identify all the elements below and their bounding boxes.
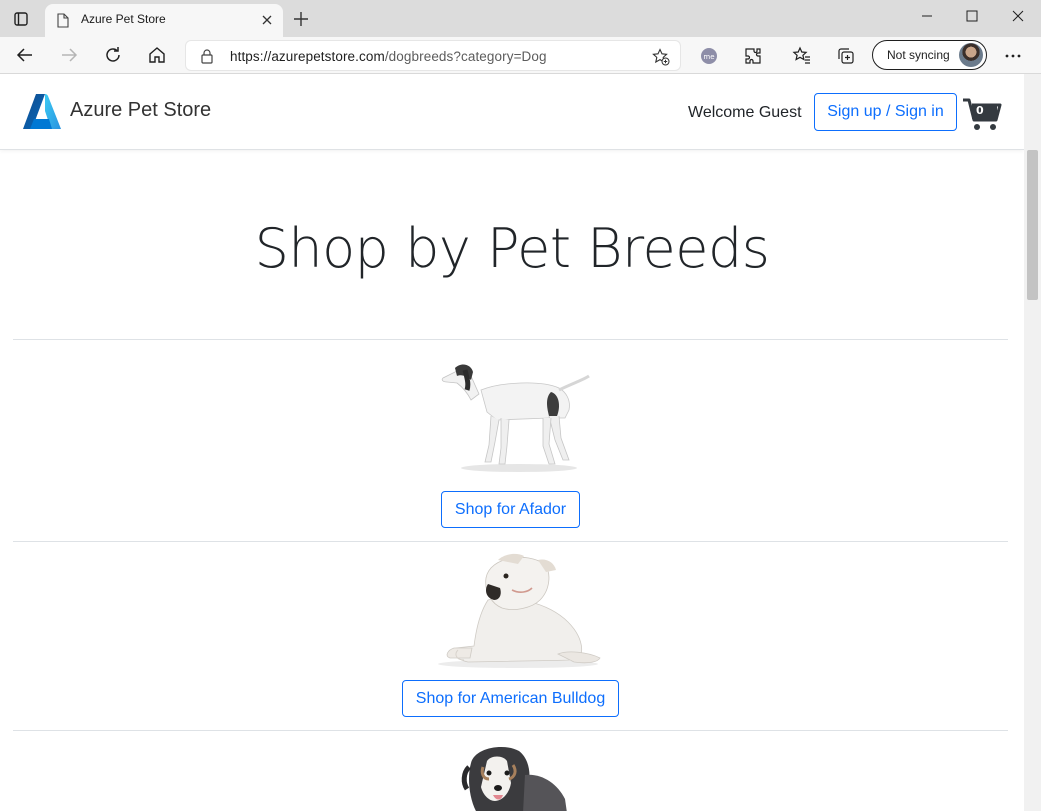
bulldog-photo: [438, 553, 601, 668]
page-viewport: Azure Pet Store Welcome Guest Sign up / …: [0, 74, 1024, 811]
australian-shepherd-photo: [461, 747, 567, 811]
page-title: Shop by Pet Breeds: [254, 217, 770, 280]
signin-button[interactable]: Sign up / Sign in: [814, 93, 957, 131]
site-header: Azure Pet Store Welcome Guest Sign up / …: [0, 74, 1024, 150]
add-favorite-icon[interactable]: [652, 48, 670, 66]
browser-toolbar: https://azurepetstore.com/dogbreeds?cate…: [0, 37, 1041, 74]
reload-icon[interactable]: [102, 44, 124, 66]
minimize-icon[interactable]: [912, 6, 942, 26]
forward-icon[interactable]: [58, 44, 80, 66]
site-brand[interactable]: Azure Pet Store: [70, 99, 211, 122]
back-icon[interactable]: [14, 44, 36, 66]
new-tab-icon[interactable]: [292, 10, 310, 28]
sync-profile-button[interactable]: Not syncing: [872, 40, 987, 70]
breed-row: Shop for American Bulldog: [13, 541, 1008, 730]
page-scrollbar[interactable]: [1024, 74, 1041, 811]
close-window-icon[interactable]: [1003, 6, 1033, 26]
shop-american-bulldog-button[interactable]: Shop for American Bulldog: [402, 680, 619, 717]
breed-row: Shop for Afador: [13, 339, 1008, 541]
cart-button[interactable]: 0: [962, 94, 1002, 134]
lock-icon[interactable]: [200, 48, 214, 64]
browser-tab[interactable]: Azure Pet Store: [45, 4, 283, 37]
breed-row: [13, 730, 1008, 811]
url-text: https://azurepetstore.com/dogbreeds?cate…: [230, 49, 547, 64]
cart-count-badge: 0: [976, 104, 984, 117]
home-icon[interactable]: [146, 44, 168, 66]
browser-tab-bar: Azure Pet Store: [0, 0, 1041, 37]
avatar: [959, 43, 983, 67]
shop-afador-button[interactable]: Shop for Afador: [441, 491, 580, 528]
welcome-text: Welcome Guest: [688, 104, 802, 121]
close-tab-icon[interactable]: [259, 12, 275, 28]
address-bar[interactable]: https://azurepetstore.com/dogbreeds?cate…: [185, 40, 681, 71]
azure-logo-icon[interactable]: [22, 93, 62, 130]
pointer-dog-photo: [441, 364, 590, 472]
more-options-icon[interactable]: [1004, 47, 1022, 65]
favorites-icon[interactable]: [792, 46, 812, 66]
profile-extension-icon[interactable]: me: [699, 46, 719, 66]
collections-icon[interactable]: [836, 46, 856, 66]
scrollbar-thumb[interactable]: [1027, 150, 1038, 300]
maximize-icon[interactable]: [957, 6, 987, 26]
tab-actions-icon[interactable]: [8, 6, 34, 32]
svg-text:me: me: [703, 53, 714, 61]
sync-status-label: Not syncing: [887, 48, 950, 62]
extensions-icon[interactable]: [743, 46, 763, 66]
tab-title: Azure Pet Store: [81, 12, 166, 26]
page-icon: [57, 13, 69, 28]
